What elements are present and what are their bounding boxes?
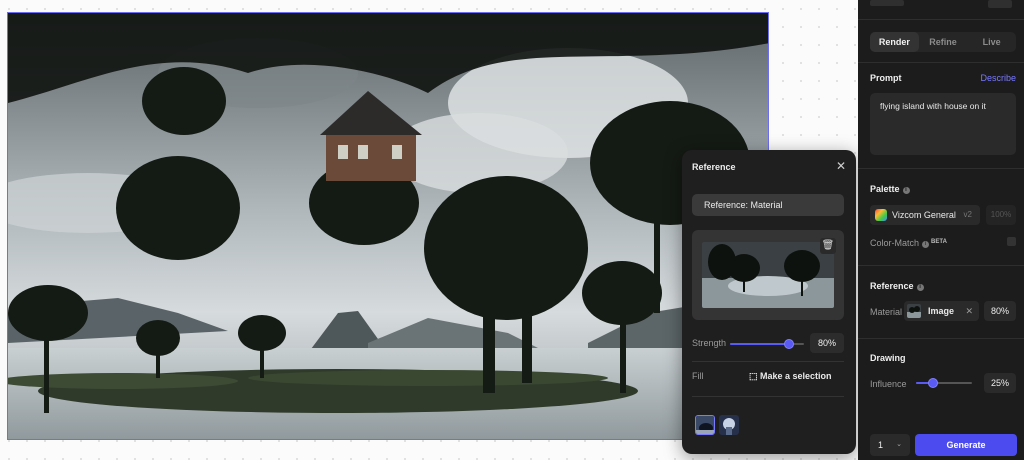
prompt-input[interactable]: flying island with house on it <box>870 93 1016 155</box>
reference-value[interactable]: 80% <box>984 301 1016 321</box>
right-sidebar: Render Refine Live Prompt Describe flyin… <box>858 0 1024 460</box>
make-selection-button[interactable]: ⬚ Make a selection <box>749 371 832 382</box>
tab-refine[interactable]: Refine <box>919 32 968 52</box>
generation-count: 1 <box>878 440 884 450</box>
palette-percent[interactable]: 100% <box>986 205 1016 225</box>
reference-option-thumb-2[interactable] <box>719 415 739 435</box>
reference-thumbnail[interactable] <box>702 242 834 308</box>
influence-slider-knob[interactable] <box>928 378 938 388</box>
reference-title: Reference i <box>870 281 924 291</box>
mode-tabs: Render Refine Live <box>870 32 1016 52</box>
reference-chip-label: Image <box>928 306 955 316</box>
close-icon[interactable]: ✕ <box>836 159 846 173</box>
info-icon: i <box>922 241 930 248</box>
material-label: Material <box>870 307 903 317</box>
prompt-title: Prompt <box>870 73 902 83</box>
close-icon[interactable]: ✕ <box>965 301 973 321</box>
influence-value[interactable]: 25% <box>984 373 1016 393</box>
reference-thumbnail-card: 🗑 <box>692 230 844 320</box>
sidebar-top-partial <box>858 0 1024 20</box>
generation-count-select[interactable]: 1 ⌄ <box>870 434 910 456</box>
reference-chip-thumbnail <box>907 304 921 318</box>
strength-value[interactable]: 80% <box>810 333 844 353</box>
tab-render[interactable]: Render <box>870 32 919 52</box>
chevron-down-icon: ⌄ <box>896 441 902 448</box>
info-icon: i <box>916 284 924 291</box>
make-selection-label: Make a selection <box>760 371 832 381</box>
color-match-label: Color-Match i BETA <box>870 238 947 248</box>
influence-slider[interactable] <box>916 378 972 388</box>
strength-label: Strength <box>692 338 727 348</box>
main-render-image[interactable] <box>7 12 769 440</box>
strength-slider[interactable] <box>730 339 804 349</box>
describe-link[interactable]: Describe <box>980 73 1016 83</box>
palette-select[interactable]: Vizcom General v2 <box>870 205 980 225</box>
trash-icon[interactable]: 🗑 <box>820 238 836 254</box>
palette-title: Palette i <box>870 184 910 194</box>
color-match-toggle[interactable] <box>1007 237 1016 246</box>
beta-badge: BETA <box>931 239 947 245</box>
strength-slider-knob[interactable] <box>784 339 794 349</box>
reference-material-button[interactable]: Reference: Material <box>692 194 844 216</box>
reference-option-thumb-1[interactable] <box>695 415 715 435</box>
reference-popup: Reference ✕ Reference: Material 🗑 Streng… <box>682 150 856 454</box>
selection-icon: ⬚ <box>749 371 761 381</box>
influence-label: Influence <box>870 379 907 389</box>
reference-image-chip[interactable]: Image ✕ <box>904 301 979 321</box>
palette-icon <box>875 209 887 221</box>
palette-name: Vizcom General <box>892 210 956 220</box>
fill-label: Fill <box>692 371 704 381</box>
reference-popup-title: Reference <box>692 162 736 172</box>
palette-version: v2 <box>963 210 972 219</box>
drawing-title: Drawing <box>870 353 906 363</box>
tab-live[interactable]: Live <box>967 32 1016 52</box>
generate-button[interactable]: Generate <box>915 434 1017 456</box>
info-icon: i <box>902 187 910 194</box>
